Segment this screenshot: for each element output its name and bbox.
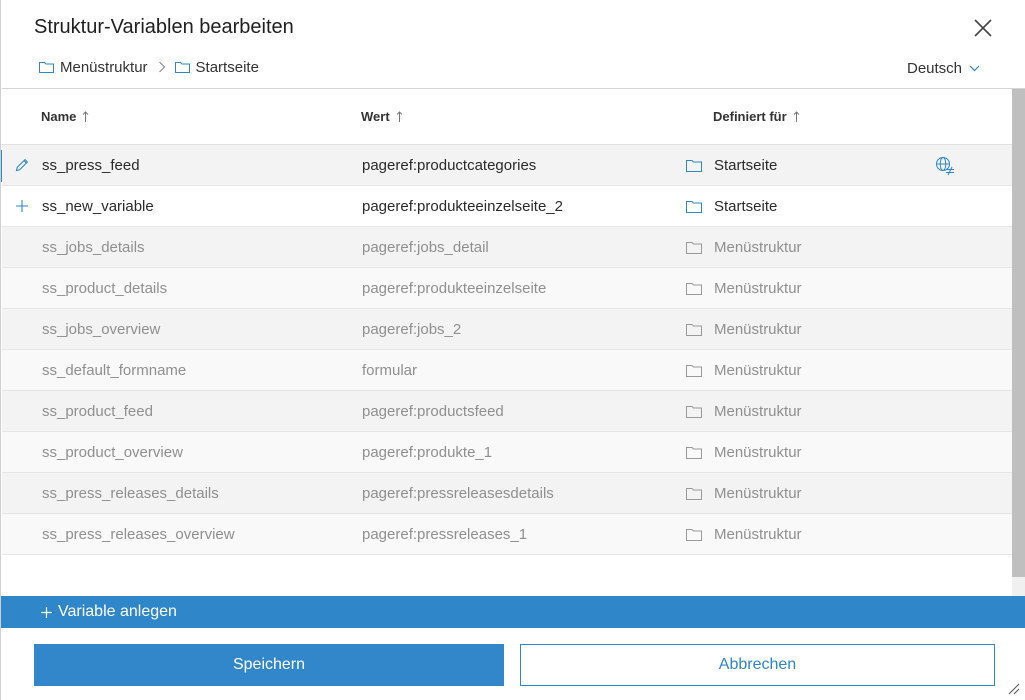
table-row[interactable]: ss_default_formname formular Menüstruktu… — [2, 350, 1012, 391]
add-variable-button[interactable]: Variable anlegen — [1, 596, 1025, 628]
breadcrumb-label: Menüstruktur — [60, 58, 148, 76]
table-row[interactable]: ss_new_variable pageref:produkteeinzelse… — [2, 186, 1012, 227]
edit-structure-variables-dialog: Struktur-Variablen bearbeiten Menüstrukt… — [0, 0, 1025, 700]
variable-name: ss_product_feed — [42, 403, 153, 420]
variable-name: ss_press_feed — [42, 157, 140, 174]
defined-for: Menüstruktur — [686, 362, 802, 379]
sort-arrow-up-icon — [83, 110, 89, 122]
defined-for: Menüstruktur — [686, 321, 802, 338]
scrollbar-thumb[interactable] — [1012, 89, 1025, 577]
variable-value: pageref:jobs_2 — [362, 321, 462, 338]
dialog-title: Struktur-Variablen bearbeiten — [34, 16, 294, 38]
breadcrumb-label: Startseite — [195, 58, 259, 76]
chevron-down-icon — [969, 65, 980, 72]
column-header-wert[interactable]: Wert — [361, 109, 403, 124]
variable-value: pageref:productcategories — [362, 157, 537, 174]
cancel-button[interactable]: Abbrechen — [520, 644, 995, 686]
table-row[interactable]: ss_product_overview pageref:produkte_1 M… — [2, 432, 1012, 473]
breadcrumb-item-menustruktur[interactable]: Menüstruktur — [39, 59, 148, 76]
defined-for: Menüstruktur — [686, 239, 802, 256]
variable-value: pageref:pressreleases_1 — [362, 526, 528, 543]
variable-value: pageref:pressreleasesdetails — [362, 485, 554, 502]
variable-name: ss_press_releases_overview — [42, 526, 235, 543]
defined-for: Startseite — [686, 198, 777, 215]
breadcrumb-item-startseite[interactable]: Startseite — [174, 58, 259, 76]
folder-icon — [174, 62, 190, 73]
folder-icon — [686, 324, 702, 336]
table-row[interactable]: ss_press_feed pageref:productcategories … — [2, 145, 1012, 186]
plus-icon — [16, 200, 28, 212]
column-header-name[interactable]: Name — [41, 109, 89, 124]
pencil-icon[interactable] — [14, 157, 30, 173]
variable-value: pageref:productsfeed — [362, 403, 504, 420]
table-row[interactable]: ss_jobs_overview pageref:jobs_2 Menüstru… — [2, 309, 1012, 350]
folder-icon — [686, 160, 702, 172]
folder-icon — [686, 242, 702, 254]
variable-name: ss_product_overview — [42, 444, 183, 461]
add-variable-label: Variable anlegen — [58, 603, 177, 620]
table-row[interactable]: ss_jobs_details pageref:jobs_detail Menü… — [2, 227, 1012, 268]
variable-value: pageref:jobs_detail — [362, 239, 489, 256]
save-button[interactable]: Speichern — [34, 644, 504, 686]
variable-value: pageref:produkteeinzelseite — [362, 280, 547, 297]
variable-value: pageref:produkteeinzelseite_2 — [362, 198, 563, 215]
variable-value: formular — [362, 362, 418, 379]
folder-icon — [39, 62, 54, 73]
language-not-equal-icon[interactable] — [935, 156, 955, 176]
variable-name: ss_default_formname — [42, 362, 187, 379]
sort-arrow-up-icon — [396, 110, 403, 122]
folder-icon — [686, 447, 702, 459]
defined-for: Menüstruktur — [686, 444, 802, 461]
variable-name: ss_new_variable — [42, 198, 154, 215]
variable-name: ss_jobs_overview — [42, 321, 161, 338]
table-header: Name Wert Definiert für — [2, 89, 1012, 145]
plus-icon — [41, 606, 52, 618]
variables-table: Name Wert Definiert für ss_press_feed pa… — [2, 88, 1025, 596]
breadcrumb: Menüstruktur Startseite — [39, 58, 259, 76]
table-row[interactable]: ss_product_details pageref:produkteeinze… — [2, 268, 1012, 309]
table-row[interactable]: ss_product_feed pageref:productsfeed Men… — [2, 391, 1012, 432]
folder-icon — [686, 488, 702, 500]
folder-icon — [686, 529, 702, 541]
chevron-right-icon — [158, 61, 166, 73]
language-select-value: Deutsch — [907, 60, 963, 77]
defined-for: Menüstruktur — [686, 280, 802, 297]
folder-icon — [686, 283, 702, 295]
close-icon[interactable] — [969, 14, 997, 42]
table-row[interactable]: ss_press_releases_overview pageref:press… — [2, 514, 1012, 555]
folder-icon — [686, 365, 702, 377]
variable-name: ss_product_details — [42, 280, 168, 297]
defined-for: Menüstruktur — [686, 526, 802, 543]
variable-name: ss_press_releases_details — [42, 485, 219, 502]
folder-icon — [686, 406, 702, 418]
column-header-definiert-fuer[interactable]: Definiert für — [713, 109, 800, 124]
defined-for: Startseite — [686, 157, 777, 174]
defined-for: Menüstruktur — [686, 485, 802, 502]
variable-name: ss_jobs_details — [42, 239, 145, 256]
folder-icon — [686, 201, 702, 213]
resize-handle-icon[interactable] — [1006, 681, 1020, 695]
language-select[interactable]: Deutsch — [907, 60, 980, 77]
sort-arrow-up-icon — [793, 110, 800, 122]
vertical-scrollbar[interactable] — [1012, 89, 1025, 596]
table-row[interactable]: ss_press_releases_details pageref:pressr… — [2, 473, 1012, 514]
variable-value: pageref:produkte_1 — [362, 444, 493, 461]
defined-for: Menüstruktur — [686, 403, 802, 420]
